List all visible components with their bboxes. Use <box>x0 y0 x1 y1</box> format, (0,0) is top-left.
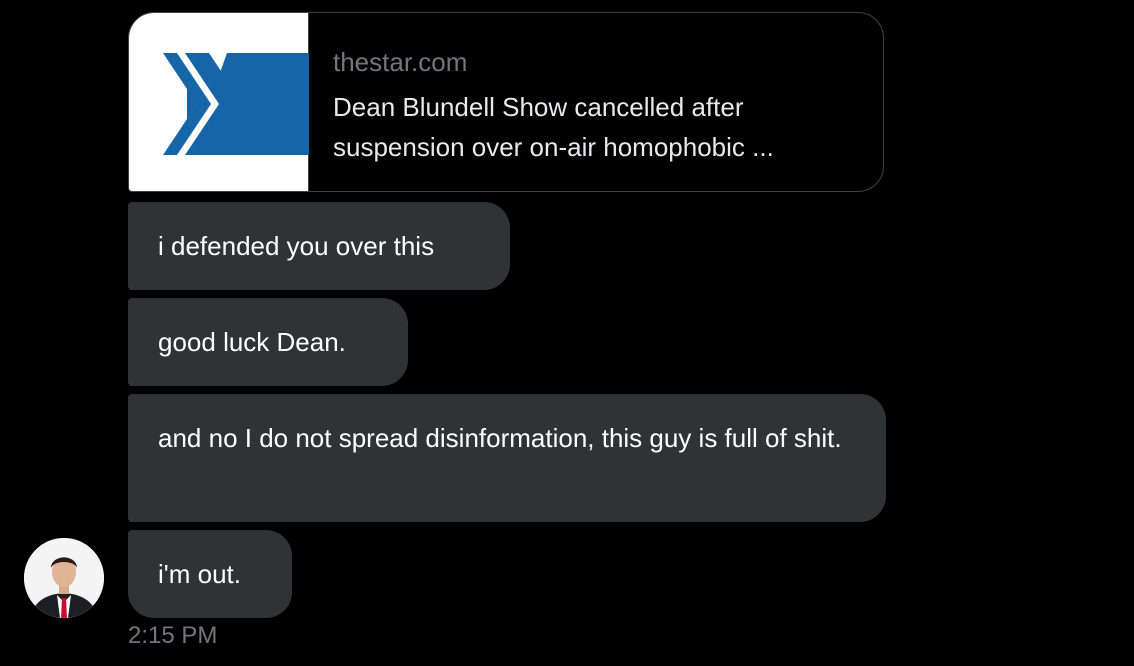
message-bubble[interactable]: and no I do not spread disinformation, t… <box>128 394 886 522</box>
message-timestamp: 2:15 PM <box>128 622 218 649</box>
message-bubble[interactable]: i'm out. <box>128 530 292 618</box>
link-thumbnail <box>129 13 309 191</box>
link-preview-card[interactable]: thestar.com Dean Blundell Show cancelled… <box>128 12 884 192</box>
user-photo-icon <box>24 538 104 618</box>
link-title: Dean Blundell Show cancelled after suspe… <box>333 92 774 162</box>
link-text-block: thestar.com Dean Blundell Show cancelled… <box>309 13 883 191</box>
link-domain: thestar.com <box>333 47 468 77</box>
message-bubble[interactable]: i defended you over this <box>128 202 510 290</box>
avatar[interactable] <box>24 538 104 618</box>
toronto-star-logo-icon <box>163 53 309 155</box>
message-bubble[interactable]: good luck Dean. <box>128 298 408 386</box>
